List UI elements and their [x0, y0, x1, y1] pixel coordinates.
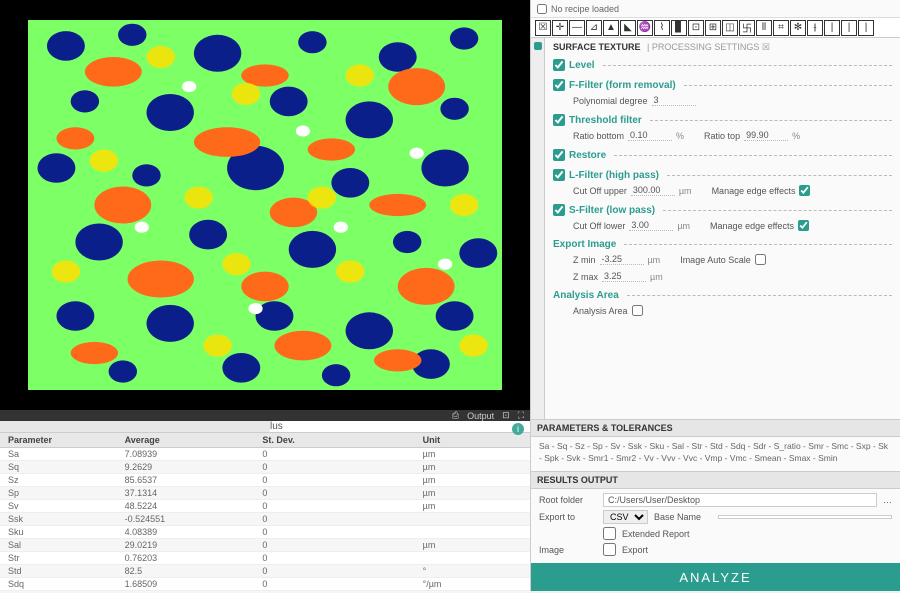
table-row[interactable]: Sku4.083890 — [0, 526, 530, 539]
tool-icon[interactable]: ▲ — [603, 20, 619, 36]
tool-icon[interactable]: | — [841, 20, 857, 36]
l-edge-check[interactable] — [799, 185, 810, 196]
root-folder-input[interactable]: C:/Users/User/Desktop — [603, 493, 877, 507]
browse-icon[interactable]: … — [883, 495, 892, 505]
s-edge-check[interactable] — [798, 220, 809, 231]
level-label: Level — [569, 60, 595, 71]
table-row[interactable]: Str0.762030 — [0, 552, 530, 565]
table-row[interactable]: Sal29.02190µm — [0, 539, 530, 552]
tool-icon[interactable]: | — [858, 20, 874, 36]
col-header: St. Dev. — [254, 433, 414, 448]
panel-title: SURFACE TEXTURE | PROCESSING SETTINGS ☒ — [553, 42, 892, 53]
table-row[interactable]: Sz85.65370µm — [0, 474, 530, 487]
table-row[interactable]: Sv48.52240µm — [0, 500, 530, 513]
col-header: Parameter — [0, 433, 117, 448]
tool-icon[interactable]: — — [569, 20, 585, 36]
tool-icon[interactable]: ◣ — [620, 20, 636, 36]
tool-icon[interactable]: 卐 — [739, 20, 755, 36]
basename-input[interactable] — [718, 515, 892, 519]
analyze-button[interactable]: ANALYZE — [531, 563, 900, 591]
recipe-status: No recipe loaded — [551, 4, 619, 14]
restore-check[interactable] — [553, 149, 565, 161]
table-row[interactable]: Ssk-0.5245510 — [0, 513, 530, 526]
info-icon[interactable]: i — [512, 423, 524, 435]
l-filter-check[interactable] — [553, 169, 565, 181]
level-check[interactable] — [553, 59, 565, 71]
zmin-input[interactable]: -3.25 — [600, 254, 644, 265]
maximize-icon[interactable]: ⛶ — [518, 410, 524, 421]
tool-icon[interactable]: ⊞ — [705, 20, 721, 36]
parameters-list: Sa - Sq - Sz - Sp - Sv - Ssk - Sku - Sal… — [531, 437, 900, 471]
image-viewer[interactable] — [0, 0, 530, 410]
processing-toolbar: ☒✛—⊿▲◣♒⌇▊⊡⊞◫卐⫴⌗✻⫲||| — [531, 18, 900, 38]
export-format-select[interactable]: CSV — [603, 510, 648, 524]
tool-icon[interactable]: ☒ — [535, 20, 551, 36]
col-header: Average — [117, 433, 255, 448]
output-label: Output — [467, 411, 494, 421]
tool-icon[interactable]: | — [824, 20, 840, 36]
output-icon: ⎙ — [452, 410, 459, 421]
tool-icon[interactable]: ⊿ — [586, 20, 602, 36]
table-row[interactable]: Std82.50° — [0, 565, 530, 578]
tool-icon[interactable]: ⫲ — [807, 20, 823, 36]
results-tab-row: 3-3 plus i — [0, 421, 530, 433]
ratio-top-input[interactable]: 99.90 — [744, 130, 788, 141]
threshold-title: Threshold filter — [569, 115, 642, 126]
side-tabs — [531, 38, 545, 419]
analysis-area-check[interactable] — [632, 305, 643, 316]
recipe-checkbox[interactable] — [537, 4, 547, 14]
tab-spacer — [0, 421, 270, 432]
left-pane: ⎙ Output ⊡ ⛶ 3-3 plus i ParameterAverage… — [0, 0, 530, 591]
minimize-icon[interactable]: ⊡ — [502, 410, 510, 421]
tool-icon[interactable]: ⊡ — [688, 20, 704, 36]
tool-icon[interactable]: ◫ — [722, 20, 738, 36]
l-cutoff-input[interactable]: 300.00 — [631, 185, 675, 196]
poly-degree-input[interactable]: 3 — [652, 95, 696, 106]
image-export-check[interactable] — [603, 543, 616, 556]
autoscale-check[interactable] — [755, 254, 766, 265]
table-row[interactable]: Sp37.13140µm — [0, 487, 530, 500]
extended-report-check[interactable] — [603, 527, 616, 540]
side-tab-dot[interactable] — [534, 42, 542, 50]
parameter-table: ParameterAverageSt. Dev.Unit Sa7.089390µ… — [0, 433, 530, 593]
f-filter-title: F-Filter (form removal) — [569, 80, 676, 91]
tool-icon[interactable]: ⌗ — [773, 20, 789, 36]
s-filter-title: S-Filter (low pass) — [569, 205, 655, 216]
viewer-status-bar: ⎙ Output ⊡ ⛶ — [0, 410, 530, 421]
results-output-panel: Root folderC:/Users/User/Desktop… Export… — [531, 489, 900, 563]
tool-icon[interactable]: ⫴ — [756, 20, 772, 36]
f-filter-check[interactable] — [553, 79, 565, 91]
threshold-check[interactable] — [553, 114, 565, 126]
tool-icon[interactable]: ♒ — [637, 20, 653, 36]
restore-label: Restore — [569, 150, 606, 161]
s-cutoff-input[interactable]: 3.00 — [629, 220, 673, 231]
ratio-bottom-input[interactable]: 0.10 — [628, 130, 672, 141]
analysis-area-title: Analysis Area — [553, 290, 619, 301]
results-output-header[interactable]: RESULTS OUTPUT — [531, 471, 900, 489]
tool-icon[interactable]: ⌇ — [654, 20, 670, 36]
parameters-header[interactable]: PARAMETERS & TOLERANCES — [531, 419, 900, 437]
s-filter-check[interactable] — [553, 204, 565, 216]
tool-icon[interactable]: ✛ — [552, 20, 568, 36]
tool-icon[interactable]: ▊ — [671, 20, 687, 36]
table-row[interactable]: Sq9.26290µm — [0, 461, 530, 474]
col-header: Unit — [415, 433, 530, 448]
table-row[interactable]: Sdq1.685090°/µm — [0, 578, 530, 591]
zmax-input[interactable]: 3.25 — [602, 271, 646, 282]
right-pane: No recipe loaded ☒✛—⊿▲◣♒⌇▊⊡⊞◫卐⫴⌗✻⫲||| SU… — [530, 0, 900, 591]
surface-texture-image — [28, 20, 502, 390]
l-filter-title: L-Filter (high pass) — [569, 170, 659, 181]
surface-texture-panel: SURFACE TEXTURE | PROCESSING SETTINGS ☒ … — [545, 38, 900, 419]
export-image-title: Export Image — [553, 239, 616, 250]
recipe-bar: No recipe loaded — [531, 0, 900, 18]
table-row[interactable]: Sa7.089390µm — [0, 448, 530, 461]
tool-icon[interactable]: ✻ — [790, 20, 806, 36]
